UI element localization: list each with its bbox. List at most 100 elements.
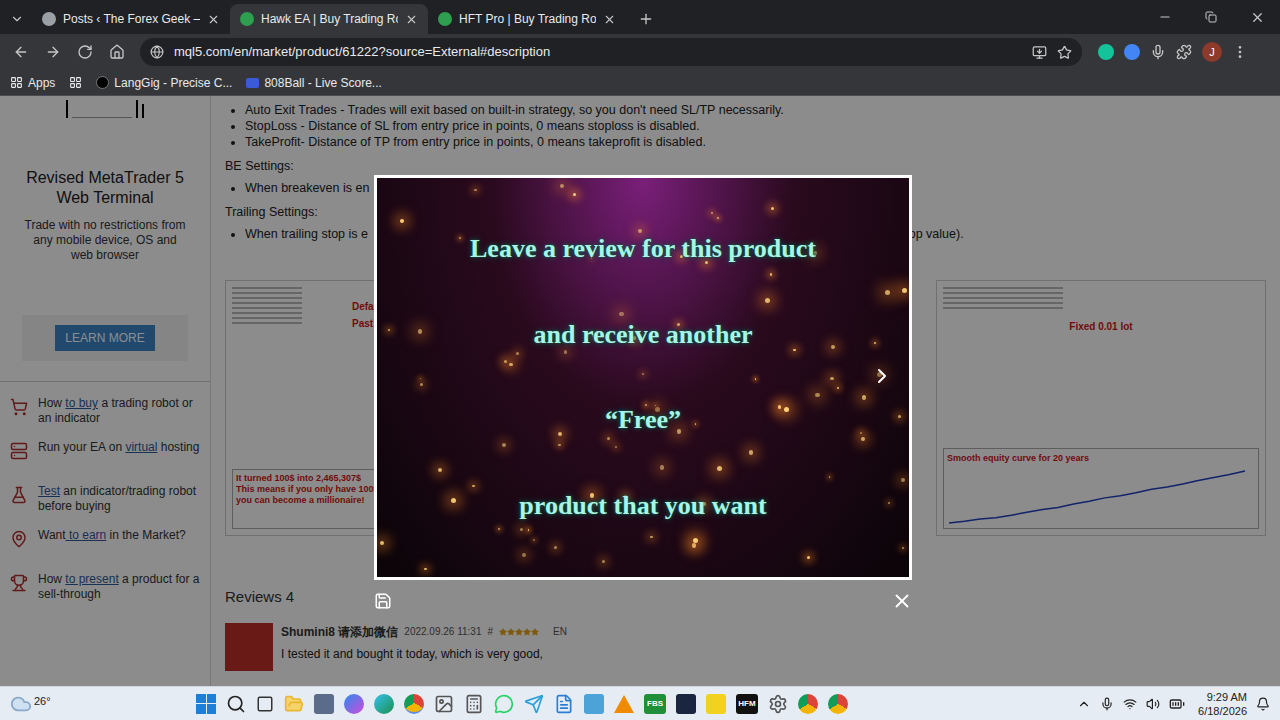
weather-widget[interactable]: 26° (10, 693, 170, 715)
sparkle (558, 444, 560, 446)
close-x-icon (891, 590, 913, 612)
search-icon[interactable] (226, 694, 246, 714)
browser-tab[interactable]: HFT Pro | Buy Trading Robot (E (428, 4, 626, 34)
sparkle (874, 342, 876, 344)
edge-icon[interactable] (374, 694, 394, 714)
install-icon[interactable] (1032, 45, 1047, 60)
new-tab-button[interactable] (632, 5, 660, 33)
grammarly-icon[interactable] (1098, 44, 1114, 60)
tray-mic-icon[interactable] (1100, 697, 1114, 711)
nav-button[interactable] (70, 37, 100, 67)
sparkle (424, 568, 427, 571)
extension-icon[interactable] (1124, 44, 1140, 60)
sparkle (885, 290, 890, 295)
start-icon[interactable] (196, 694, 216, 714)
battery-icon[interactable] (1169, 696, 1185, 712)
app-icon[interactable] (676, 694, 696, 714)
sparkle (516, 352, 519, 355)
address-bar[interactable]: mql5.com/en/market/product/61222?source=… (140, 38, 1082, 66)
nav-icon (77, 44, 93, 60)
808ball-icon (246, 78, 259, 88)
clock[interactable]: 9:29 AM6/18/2026 (1198, 690, 1247, 718)
mic-icon[interactable] (1150, 44, 1166, 60)
popup-line: Leave a review for this product (470, 233, 816, 265)
app-icon[interactable] (314, 694, 334, 714)
notification-icon[interactable] (1256, 697, 1270, 711)
app-icon[interactable] (706, 694, 726, 714)
settings-icon[interactable] (768, 694, 788, 714)
tab-groups-icon[interactable] (69, 76, 82, 89)
sparkle (474, 189, 476, 191)
restore-button[interactable] (1188, 11, 1234, 23)
sparkle (749, 450, 753, 454)
browser-tab[interactable]: Posts ‹ The Forex Geek — Word (32, 4, 230, 34)
bookmark-item[interactable]: LangGig - Precise C... (96, 74, 232, 92)
nav-button[interactable] (6, 37, 36, 67)
sparkle (573, 193, 576, 196)
calculator-icon[interactable] (464, 694, 484, 714)
browser-tab[interactable]: Hawk EA | Buy Trading Robot (E (230, 4, 428, 34)
sparkle (558, 432, 562, 436)
nav-icon (109, 44, 125, 60)
sparkle (560, 184, 564, 188)
sparkle (451, 498, 455, 502)
bookmark-star-icon[interactable] (1057, 45, 1072, 60)
plus-icon (638, 11, 654, 27)
close-tab-icon[interactable] (207, 13, 220, 26)
save-icon (374, 592, 392, 610)
next-button[interactable] (868, 360, 896, 392)
favicon-icon (240, 12, 254, 26)
chrome-icon[interactable] (404, 694, 424, 714)
next-arrow-icon (870, 364, 894, 388)
photos-icon[interactable] (434, 694, 454, 714)
nav-icon (45, 44, 61, 60)
sparkle (607, 437, 610, 440)
sparkle (861, 437, 865, 441)
menu-icon[interactable] (1232, 44, 1248, 60)
close-button[interactable] (1234, 10, 1280, 25)
tab-search-button[interactable] (6, 4, 28, 34)
vlc-icon[interactable] (614, 695, 634, 713)
sparkle (837, 387, 839, 389)
nav-button[interactable] (38, 37, 68, 67)
close-tab-icon[interactable] (405, 13, 418, 26)
apps-icon (10, 76, 23, 89)
minimize-button[interactable] (1142, 10, 1188, 24)
notepad-icon[interactable] (554, 694, 574, 714)
bookmark-item[interactable]: 808Ball - Live Score... (246, 74, 381, 92)
nav-button[interactable] (102, 37, 132, 67)
sparkle (388, 329, 391, 332)
wifi-icon[interactable] (1123, 697, 1137, 711)
file-explorer-icon[interactable] (284, 694, 304, 714)
profile-avatar[interactable]: J (1202, 42, 1222, 62)
sparkle (862, 395, 866, 399)
sparkle (528, 529, 530, 531)
chevron-down-icon (10, 12, 24, 26)
lightbox-close-button[interactable] (890, 589, 914, 613)
volume-icon[interactable] (1146, 697, 1160, 711)
sparkle (717, 217, 719, 219)
telegram-icon[interactable] (524, 694, 544, 714)
fbs-app-icon[interactable]: FBS (644, 694, 666, 714)
chrome-profile-icon[interactable] (828, 694, 848, 714)
app-icon[interactable] (584, 694, 604, 714)
save-button[interactable] (372, 590, 394, 612)
sparkle (902, 547, 904, 549)
app-icon[interactable] (798, 694, 818, 714)
close-tab-icon[interactable] (603, 13, 616, 26)
minimize-icon (1158, 10, 1172, 24)
sparkle (418, 329, 423, 334)
copilot-icon[interactable] (344, 694, 364, 714)
task-view-icon[interactable] (256, 695, 274, 713)
close-icon (1250, 10, 1265, 25)
sparkle (420, 383, 423, 386)
sparkle (829, 476, 831, 478)
bookmark-apps[interactable]: Apps (10, 74, 55, 92)
tray-overflow-icon[interactable] (1077, 697, 1091, 711)
sparkle (650, 536, 653, 539)
sparkle (642, 373, 644, 375)
hfm-app-icon[interactable]: HFM (736, 694, 758, 714)
whatsapp-icon[interactable] (494, 694, 514, 714)
site-info-icon[interactable] (150, 45, 164, 59)
extensions-icon[interactable] (1176, 44, 1192, 60)
